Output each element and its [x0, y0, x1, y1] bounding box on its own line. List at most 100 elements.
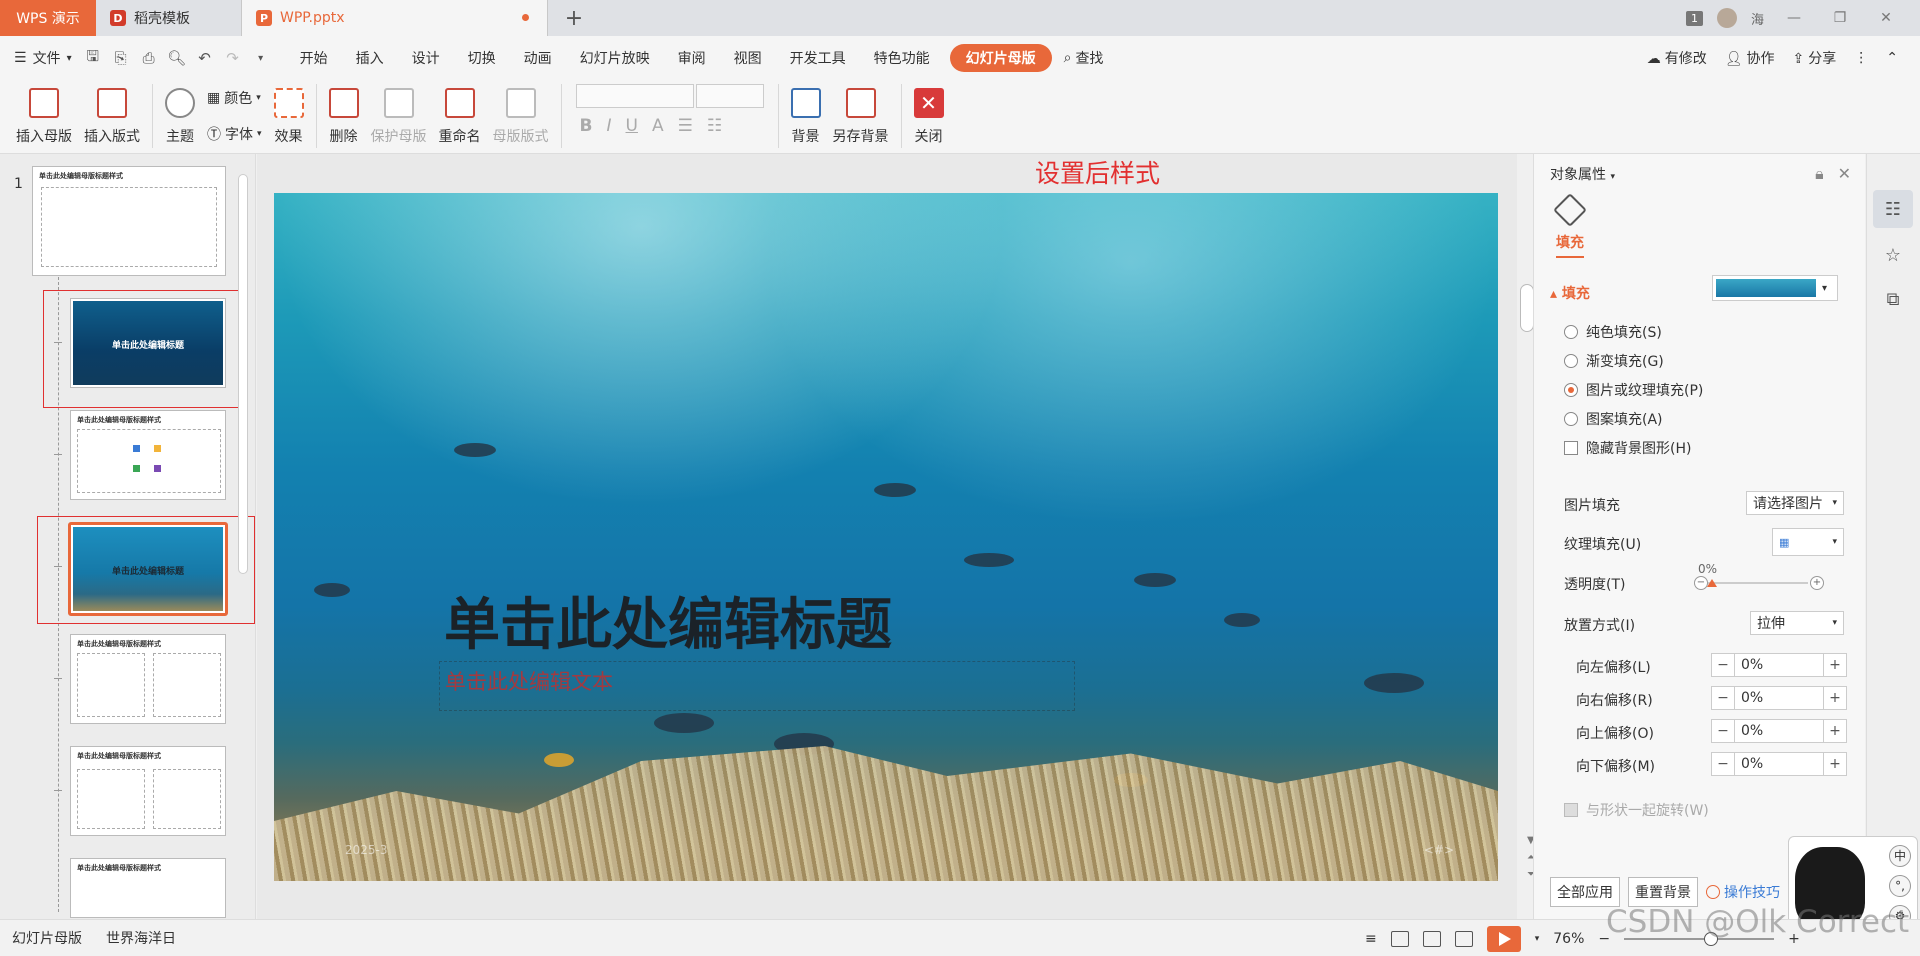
apply-all-button[interactable]: 全部应用 [1550, 877, 1620, 907]
collapse-ribbon-icon[interactable]: ⌃ [1886, 50, 1898, 66]
scrollbar-thumb[interactable] [238, 174, 248, 574]
normal-view-icon[interactable] [1390, 930, 1409, 947]
menu-developer[interactable]: 开发工具 [776, 44, 860, 72]
fill-preview-dropdown[interactable]: ▾ [1712, 275, 1838, 301]
master-layout-button[interactable]: 母版版式 [487, 80, 555, 152]
chevron-down-icon[interactable]: ▾ [1535, 934, 1540, 944]
slider-knob[interactable] [1707, 579, 1717, 587]
increase-icon[interactable]: + [1824, 756, 1846, 772]
customize-toolbar-icon[interactable]: ▾ [252, 49, 270, 67]
thumbnail-comparison-layout[interactable]: 单击此处编辑母版标题样式 [70, 746, 226, 836]
thumbnail-title-only-layout[interactable]: 单击此处编辑母版标题样式 [70, 858, 226, 918]
changes-button[interactable]: ☁ 有修改 [1647, 48, 1707, 68]
radio-picture-fill[interactable]: 图片或纹理填充(P) [1564, 380, 1703, 400]
more-options-icon[interactable]: ⋮ [1854, 50, 1868, 66]
texture-fill-dropdown[interactable]: ▦ ▾ [1772, 528, 1844, 556]
increase-icon[interactable]: + [1810, 576, 1824, 590]
insert-master-button[interactable]: 插入母版 [10, 80, 78, 152]
font-size-select[interactable] [695, 84, 764, 108]
subtitle-placeholder[interactable]: 单击此处编辑文本 [439, 661, 1075, 711]
slide-number-placeholder[interactable]: <#> [1424, 843, 1454, 857]
increase-icon[interactable]: + [1824, 723, 1846, 739]
increase-icon[interactable]: + [1824, 690, 1846, 706]
menu-review[interactable]: 审阅 [664, 44, 720, 72]
slide-canvas[interactable]: 单击此处编辑标题 单击此处编辑文本 2025-3 <#> [274, 193, 1498, 881]
app-tab[interactable]: WPS 演示 [0, 0, 96, 36]
italic-icon[interactable]: I [607, 116, 612, 136]
minimize-icon[interactable]: — [1778, 10, 1810, 26]
thumbnail-two-content-layout[interactable]: 单击此处编辑母版标题样式 [70, 634, 226, 724]
offset-top-value[interactable]: 0% [1734, 720, 1824, 742]
thumbnail-selected-layout[interactable]: 单击此处编辑标题 [68, 522, 228, 616]
collaborate-button[interactable]: 👤︎ 协作 [1725, 48, 1775, 68]
panel-title[interactable]: 对象属性 ▾ [1550, 164, 1615, 184]
search-button[interactable]: ⌕ 查找 [1064, 48, 1104, 68]
avatar[interactable] [1716, 8, 1737, 28]
background-button[interactable]: 背景 [785, 80, 827, 152]
picture-fill-dropdown[interactable]: 请选择图片 ▾ [1746, 491, 1844, 515]
close-icon[interactable]: ✕ [1838, 164, 1851, 184]
menu-slide-master[interactable]: 幻灯片母版 [949, 44, 1052, 72]
close-master-button[interactable]: ✕ 关闭 [908, 80, 950, 152]
slideshow-play-button[interactable] [1486, 925, 1521, 952]
menu-design[interactable]: 设计 [398, 44, 454, 72]
share-button[interactable]: ⇪ 分享 [1793, 48, 1837, 68]
offset-bottom-stepper[interactable]: −0% + [1711, 752, 1847, 776]
tips-link[interactable]: 操作技巧 [1706, 882, 1780, 902]
date-placeholder[interactable]: 2025-3 [345, 843, 388, 857]
menu-view[interactable]: 视图 [720, 44, 776, 72]
title-placeholder[interactable]: 单击此处编辑标题 [439, 578, 1075, 658]
effects-button[interactable]: 效果 [268, 80, 310, 152]
reset-background-button[interactable]: 重置背景 [1628, 877, 1698, 907]
close-window-icon[interactable]: ✕ [1870, 10, 1902, 26]
slide-sorter-icon[interactable] [1422, 930, 1441, 947]
user-name[interactable]: 海 [1751, 9, 1764, 28]
scrollbar-thumb[interactable] [1520, 284, 1534, 332]
tab-docer-templates[interactable]: D 稻壳模板 [96, 0, 242, 36]
offset-bottom-value[interactable]: 0% [1734, 753, 1824, 775]
colors-button[interactable]: ▦ 颜色 ▾ [207, 88, 262, 108]
offset-right-value[interactable]: 0% [1734, 687, 1824, 709]
bullet-list-icon[interactable]: ☰ [678, 116, 693, 136]
radio-solid-fill[interactable]: 纯色填充(S) [1564, 322, 1662, 342]
menu-transitions[interactable]: 切换 [454, 44, 510, 72]
thumbnail-scrollbar[interactable] [236, 174, 250, 894]
new-tab-button[interactable]: + [548, 0, 600, 36]
font-color-icon[interactable]: A [652, 116, 664, 136]
radio-gradient-fill[interactable]: 渐变填充(G) [1564, 351, 1664, 371]
transparency-slider[interactable]: 0% − + [1694, 562, 1824, 590]
fonts-button[interactable]: Ⓣ 字体 ▾ [207, 124, 262, 144]
thumbnail-master[interactable]: 单击此处编辑母版标题样式 [32, 166, 226, 276]
save-background-button[interactable]: 另存背景 [827, 80, 895, 152]
menu-home[interactable]: 开始 [286, 44, 342, 72]
thumbnail-content-layout[interactable]: 单击此处编辑母版标题样式 [70, 410, 226, 500]
print-icon[interactable]: ⎙ [140, 49, 158, 67]
print-preview-icon[interactable]: 🔍︎ [167, 49, 186, 67]
protect-master-button[interactable]: 保护母版 [365, 80, 433, 152]
zoom-value[interactable]: 76% [1553, 931, 1584, 947]
decrease-icon[interactable]: − [1694, 576, 1708, 590]
menu-animations[interactable]: 动画 [510, 44, 566, 72]
insert-layout-button[interactable]: 插入版式 [78, 80, 146, 152]
ime-punctuation-button[interactable]: °, [1889, 875, 1911, 897]
restore-icon[interactable]: ❐ [1824, 10, 1856, 26]
bold-icon[interactable]: B [580, 116, 593, 136]
menu-insert[interactable]: 插入 [342, 44, 398, 72]
menu-slideshow[interactable]: 幻灯片放映 [566, 44, 664, 72]
theme-button[interactable]: 主题 [159, 80, 201, 152]
tab-document[interactable]: P WPP.pptx [242, 0, 548, 36]
redo-icon[interactable]: ↷ [224, 49, 242, 67]
file-menu[interactable]: ☰ 文件 ▾ [14, 48, 72, 68]
radio-pattern-fill[interactable]: 图案填充(A) [1564, 409, 1663, 429]
decrease-icon[interactable]: − [1712, 657, 1734, 673]
canvas-scrollbar[interactable] [1519, 154, 1534, 919]
ime-mode-button[interactable]: 中 [1889, 845, 1911, 867]
rename-button[interactable]: 重命名 [433, 80, 487, 152]
switch-pane-icon[interactable]: ⧉ [1873, 280, 1913, 318]
increase-icon[interactable]: + [1824, 657, 1846, 673]
properties-settings-icon[interactable]: ☷ [1873, 190, 1913, 228]
fill-section-header[interactable]: ▴ 填充 [1550, 283, 1590, 303]
decrease-icon[interactable]: − [1712, 690, 1734, 706]
reading-view-icon[interactable] [1454, 930, 1473, 947]
offset-top-stepper[interactable]: −0% + [1711, 719, 1847, 743]
